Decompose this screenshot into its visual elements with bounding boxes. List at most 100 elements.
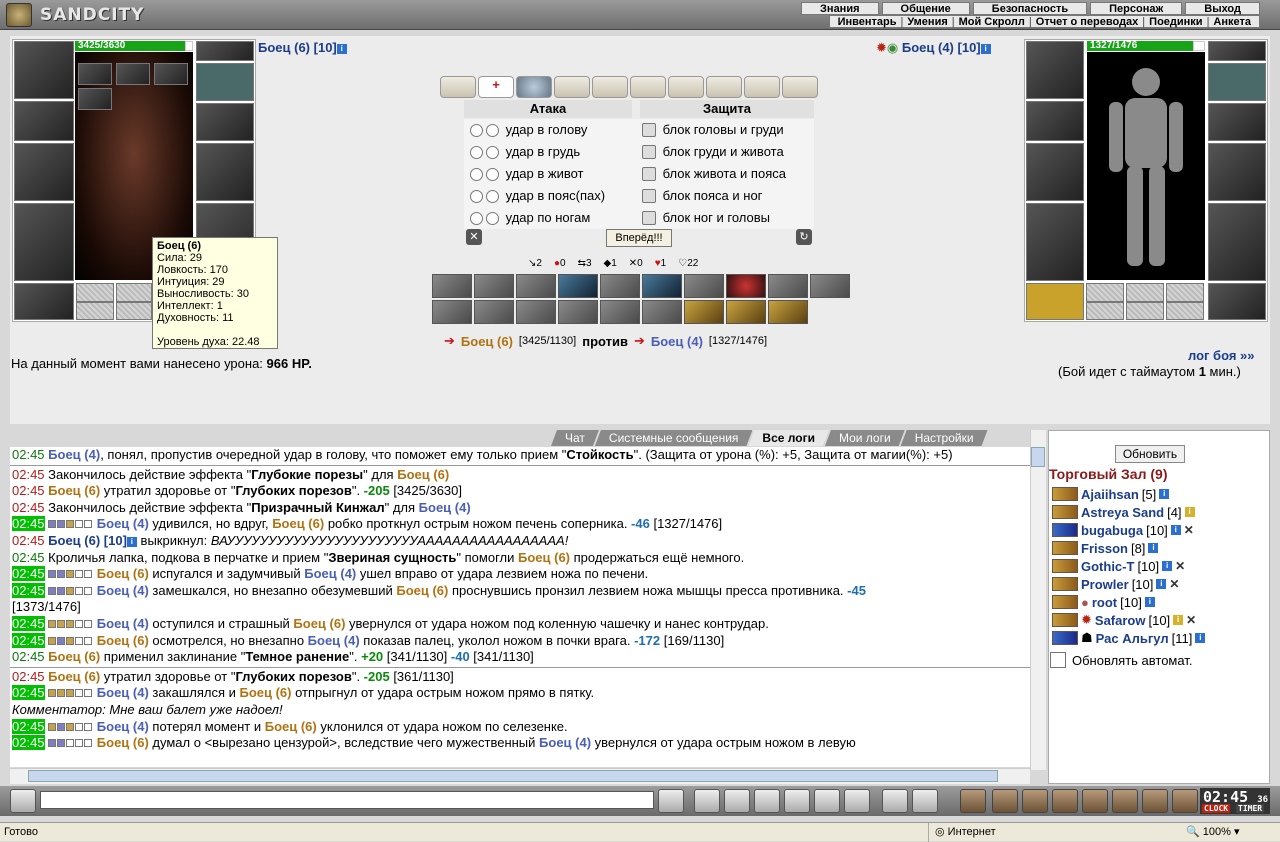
bracers-slot[interactable] xyxy=(1026,101,1084,141)
trick-icon[interactable] xyxy=(516,274,556,298)
trick-icon[interactable] xyxy=(432,274,472,298)
user-row[interactable]: ● root [10] i xyxy=(1052,593,1155,611)
log-scroll-thumb[interactable] xyxy=(1031,447,1045,467)
scroll-slot[interactable] xyxy=(782,76,818,98)
amulet-slot[interactable] xyxy=(1208,103,1266,141)
tab-my-logs[interactable]: Мои логи xyxy=(825,430,905,446)
exit-icon[interactable] xyxy=(1172,789,1198,813)
weapon-top-slot[interactable] xyxy=(1208,41,1266,61)
potion-icon[interactable] xyxy=(992,789,1018,813)
trick-icon[interactable] xyxy=(726,274,766,298)
trick-icon[interactable] xyxy=(558,274,598,298)
refresh-button[interactable]: Обновить xyxy=(1115,445,1185,463)
right-bottom-slot-4[interactable] xyxy=(1086,302,1124,320)
defense-option-belt-legs[interactable]: блок пояса и ног xyxy=(642,185,762,207)
right-bottom-slot-2[interactable] xyxy=(1126,283,1164,302)
trick-icon[interactable] xyxy=(684,300,724,324)
attack-option-chest[interactable]: удар в грудь xyxy=(470,141,580,163)
attack-option-legs[interactable]: удар по ногам xyxy=(470,207,590,229)
bag-icon[interactable] xyxy=(960,789,986,813)
submenu-transfers[interactable]: Отчет о переводах xyxy=(1032,16,1143,28)
left-effect-1[interactable] xyxy=(78,63,112,85)
refresh-icon[interactable]: ↻ xyxy=(796,229,812,245)
gloves-slot[interactable] xyxy=(14,143,74,201)
eraser-icon[interactable] xyxy=(694,789,720,813)
battle-log-link[interactable]: лог боя »» xyxy=(1188,348,1255,363)
user-row[interactable]: ✹ Safarow [10] i ✕ xyxy=(1052,611,1196,629)
defense-option-belly-belt[interactable]: блок живота и пояса xyxy=(642,163,786,185)
image-icon[interactable] xyxy=(912,789,938,813)
forward-button[interactable]: Вперёд!!! xyxy=(606,229,672,247)
user-row[interactable]: bugabuga [10] i ✕ xyxy=(1052,521,1194,539)
trick-icon[interactable] xyxy=(516,300,556,324)
scroll-slot[interactable] xyxy=(592,76,628,98)
tab-chat[interactable]: Чат xyxy=(551,430,599,446)
belt-slot[interactable] xyxy=(14,283,74,320)
heal-scroll-icon[interactable]: + xyxy=(478,76,514,98)
right-bottom-slot-6[interactable] xyxy=(1166,302,1204,320)
belt-slot[interactable] xyxy=(1026,283,1084,320)
menu-exit[interactable]: Выход xyxy=(1185,2,1260,15)
trick-icon[interactable] xyxy=(558,300,598,324)
attack-option-head[interactable]: удар в голову xyxy=(470,119,587,141)
attack-option-belly[interactable]: удар в живот xyxy=(470,163,584,185)
left-player-name[interactable]: Боец (6) [10] i xyxy=(258,40,347,55)
trick-icon[interactable] xyxy=(768,274,808,298)
offhand-slot[interactable] xyxy=(196,143,254,201)
info-icon[interactable]: i xyxy=(980,44,991,54)
submenu-scroll[interactable]: Мой Скролл xyxy=(955,16,1029,28)
helmet-icon[interactable] xyxy=(1082,789,1108,813)
scroll-slot[interactable] xyxy=(706,76,742,98)
log-hscroll-thumb[interactable] xyxy=(28,770,998,782)
trick-icon[interactable] xyxy=(600,274,640,298)
private-icon[interactable] xyxy=(814,789,840,813)
trick-icon[interactable] xyxy=(810,274,850,298)
group-icon[interactable] xyxy=(1142,789,1168,813)
zoom-control[interactable]: 🔍 100% ▾ xyxy=(1186,823,1239,842)
trick-icon[interactable] xyxy=(642,300,682,324)
info-icon[interactable]: i xyxy=(336,44,347,54)
scroll-slot[interactable] xyxy=(630,76,666,98)
armor-slot[interactable] xyxy=(1026,203,1084,281)
user-row[interactable]: ☗ Рас Альгул [11] i xyxy=(1052,629,1206,647)
tab-system[interactable]: Системные сообщения xyxy=(595,430,753,446)
submenu-inventory[interactable]: Инвентарь xyxy=(834,16,901,28)
user-row[interactable]: Ajaiihsan [5] i xyxy=(1052,485,1170,503)
left-effect-3[interactable] xyxy=(154,63,188,85)
menu-communication[interactable]: Общение xyxy=(881,2,970,15)
trick-icon[interactable] xyxy=(474,300,514,324)
armor-slot[interactable] xyxy=(14,203,74,281)
boots-slot[interactable] xyxy=(1208,283,1266,320)
logo[interactable]: SANDCITY xyxy=(6,2,166,28)
trick-icon[interactable] xyxy=(642,274,682,298)
sound-icon[interactable] xyxy=(844,789,870,813)
scroll-slot[interactable] xyxy=(668,76,704,98)
scroll-slot[interactable] xyxy=(744,76,780,98)
left-effect-4[interactable] xyxy=(78,88,112,110)
left-bottom-slot-2[interactable] xyxy=(116,283,152,302)
submenu-duels[interactable]: Поединки xyxy=(1145,16,1206,28)
defense-option-chest-belly[interactable]: блок груди и живота xyxy=(642,141,784,163)
chat-input[interactable] xyxy=(40,791,654,809)
autorefresh-checkbox[interactable]: Обновлять автомат. xyxy=(1050,652,1192,668)
amulet-slot[interactable] xyxy=(196,103,254,141)
log-scrollbar-vertical[interactable] xyxy=(1030,430,1046,770)
cancel-icon[interactable]: ✕ xyxy=(466,229,482,245)
user-row[interactable]: Gothic-T [10] i ✕ xyxy=(1052,557,1185,575)
rings-slot[interactable] xyxy=(1208,63,1266,101)
scroll-slot[interactable] xyxy=(554,76,590,98)
right-bottom-slot-3[interactable] xyxy=(1166,283,1204,302)
trick-icon[interactable] xyxy=(726,300,766,324)
submenu-profile[interactable]: Анкета xyxy=(1209,16,1255,28)
bracers-slot[interactable] xyxy=(14,101,74,141)
user-row[interactable]: Prowler [10] i ✕ xyxy=(1052,575,1179,593)
defense-option-legs-head[interactable]: блок ног и головы xyxy=(642,207,770,229)
attack-option-groin[interactable]: удар в пояс(пах) xyxy=(470,185,605,207)
trick-icon[interactable] xyxy=(684,274,724,298)
magic-scroll-icon[interactable] xyxy=(516,76,552,98)
user-row[interactable]: Frisson [8] i xyxy=(1052,539,1159,557)
tab-settings[interactable]: Настройки xyxy=(901,430,988,446)
inventory-icon[interactable] xyxy=(1112,789,1138,813)
scroll-icon[interactable] xyxy=(1022,789,1048,813)
filter-icon[interactable] xyxy=(724,789,750,813)
